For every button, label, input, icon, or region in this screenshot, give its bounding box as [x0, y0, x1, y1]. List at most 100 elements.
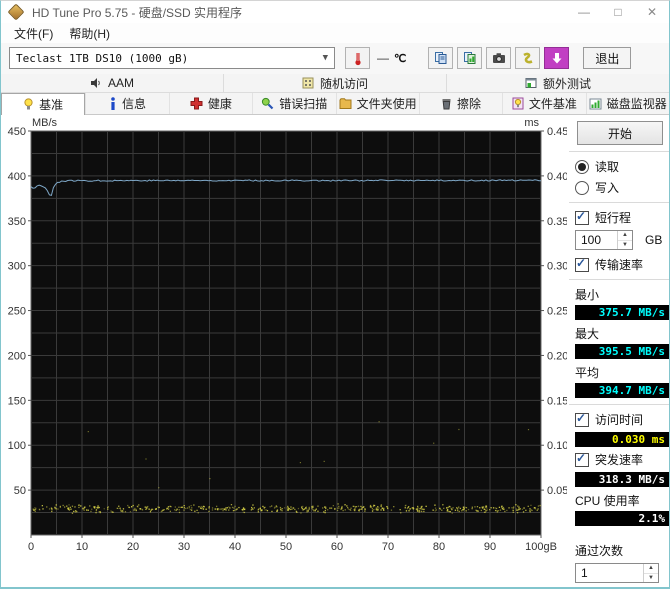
- short-stroke-checkbox[interactable]: 短行程: [575, 209, 669, 226]
- access-time-dot: [291, 508, 293, 510]
- temperature-button[interactable]: [345, 47, 370, 69]
- pass-count-spinner[interactable]: 1 ▲ ▼: [575, 563, 659, 583]
- access-time-dot: [347, 508, 350, 510]
- avg-label: 平均: [575, 366, 600, 380]
- y-right-tick-label: 0.40: [547, 171, 567, 183]
- save-button[interactable]: [515, 47, 541, 69]
- ribbon-icon: [523, 52, 533, 63]
- access-time-dot: [71, 512, 74, 514]
- menu-file[interactable]: 文件(F): [6, 23, 61, 44]
- access-time-outlier-dot: [145, 458, 147, 460]
- access-time-dot: [521, 508, 524, 510]
- exit-button[interactable]: 退出: [583, 47, 632, 69]
- read-radio[interactable]: 读取: [575, 158, 669, 175]
- tab-info[interactable]: 信息: [85, 93, 168, 114]
- tab-aam[interactable]: AAM: [1, 74, 224, 92]
- access-time-dot: [516, 512, 519, 514]
- spinner-up-icon[interactable]: ▲: [644, 564, 658, 574]
- transfer-rate-checkbox[interactable]: 传输速率: [575, 256, 669, 273]
- pass-count-value: 1: [581, 566, 588, 580]
- access-time-dot: [364, 508, 366, 511]
- access-time-dot: [41, 505, 43, 507]
- tab-erase[interactable]: 擦除: [418, 93, 502, 114]
- access-time-dot: [111, 511, 113, 513]
- tab-extra-tests[interactable]: 额外测试: [447, 74, 669, 92]
- app-icon: [7, 3, 25, 21]
- capacity-spinner[interactable]: 100 ▲ ▼: [575, 230, 633, 250]
- tab-health[interactable]: 健康: [168, 93, 252, 114]
- access-time-dot: [241, 509, 243, 511]
- tab-benchmark[interactable]: 基准: [1, 93, 86, 115]
- tab-disk-monitor[interactable]: 磁盘监视器: [585, 93, 669, 114]
- access-time-dot: [51, 510, 53, 513]
- checkbox-icon: [575, 256, 589, 272]
- access-time-dot: [342, 509, 344, 512]
- access-time-dot: [376, 509, 378, 511]
- update-button[interactable]: [544, 47, 570, 69]
- access-time-dot: [200, 507, 202, 509]
- start-button[interactable]: 开始: [577, 121, 663, 145]
- access-time-dot: [337, 503, 339, 505]
- access-time-dot: [136, 505, 139, 507]
- access-time-outlier-dot: [209, 478, 211, 480]
- access-time-dot: [193, 504, 195, 506]
- tab-file-benchmark[interactable]: 文件基准: [502, 93, 585, 114]
- tab-random-access[interactable]: 随机访问: [224, 74, 447, 92]
- access-time-dot: [83, 507, 85, 509]
- access-time-dot: [499, 509, 502, 511]
- access-time-dot: [344, 504, 346, 506]
- access-time-dot: [223, 508, 226, 511]
- drive-select-combobox[interactable]: Teclast 1TB DS10 (1000 gB) ▼: [9, 47, 335, 69]
- access-time-dot: [283, 507, 286, 509]
- access-time-dot: [244, 508, 246, 510]
- write-radio[interactable]: 写入: [575, 179, 669, 196]
- access-time-dot: [90, 510, 92, 513]
- access-time-dot: [434, 507, 437, 509]
- access-time-dot: [375, 507, 377, 509]
- access-time-dot: [502, 506, 505, 509]
- access-time-dot: [68, 504, 70, 506]
- tab-error-scan[interactable]: 错误扫描: [252, 93, 335, 114]
- access-time-dot: [382, 508, 385, 511]
- access-time-dot: [259, 507, 261, 510]
- access-time-dot: [232, 510, 235, 512]
- access-time-dot: [498, 506, 501, 508]
- speaker-icon: [90, 78, 100, 88]
- access-time-dot: [286, 509, 289, 511]
- access-time-dot: [338, 507, 340, 509]
- minimize-button[interactable]: —: [567, 1, 601, 23]
- menu-help[interactable]: 帮助(H): [61, 23, 118, 44]
- tab-row-secondary: AAM 随机访问 额外测试: [1, 74, 669, 93]
- access-time-checkbox[interactable]: 访问时间: [575, 411, 669, 428]
- access-time-dot: [225, 509, 227, 511]
- access-time-dot: [423, 508, 425, 510]
- spinner-up-icon[interactable]: ▲: [618, 231, 632, 241]
- access-time-dot: [42, 508, 44, 510]
- burst-rate-checkbox[interactable]: 突发速率: [575, 451, 669, 468]
- access-time-outlier-dot: [458, 428, 460, 431]
- access-time-dot: [220, 508, 223, 510]
- maximize-button[interactable]: □: [601, 1, 635, 23]
- access-time-dot: [536, 509, 538, 511]
- x-tick-label: 10: [76, 541, 88, 553]
- toolbar: Teclast 1TB DS10 (1000 gB) ▼ — ℃ 退出: [1, 43, 669, 74]
- access-time-dot: [490, 507, 492, 509]
- access-time-dot: [380, 509, 382, 511]
- access-time-dot: [120, 509, 122, 511]
- tab-folder-usage[interactable]: 文件夹使用: [335, 93, 419, 114]
- access-time-dot: [118, 507, 120, 510]
- access-time-dot: [301, 507, 303, 510]
- access-time-dot: [416, 510, 418, 512]
- access-time-dot: [370, 506, 372, 508]
- access-time-dot: [407, 506, 409, 509]
- access-time-dot: [280, 509, 282, 512]
- window-title: HD Tune Pro 5.75 - 硬盘/SSD 实用程序: [32, 5, 243, 20]
- copy-image-button[interactable]: [457, 47, 483, 69]
- screenshot-button[interactable]: [486, 47, 512, 69]
- access-time-dot: [371, 507, 373, 510]
- spinner-down-icon[interactable]: ▼: [618, 241, 632, 250]
- access-time-dot: [350, 509, 352, 511]
- close-button[interactable]: ✕: [635, 1, 669, 23]
- spinner-down-icon[interactable]: ▼: [644, 574, 658, 583]
- copy-button[interactable]: [428, 47, 454, 69]
